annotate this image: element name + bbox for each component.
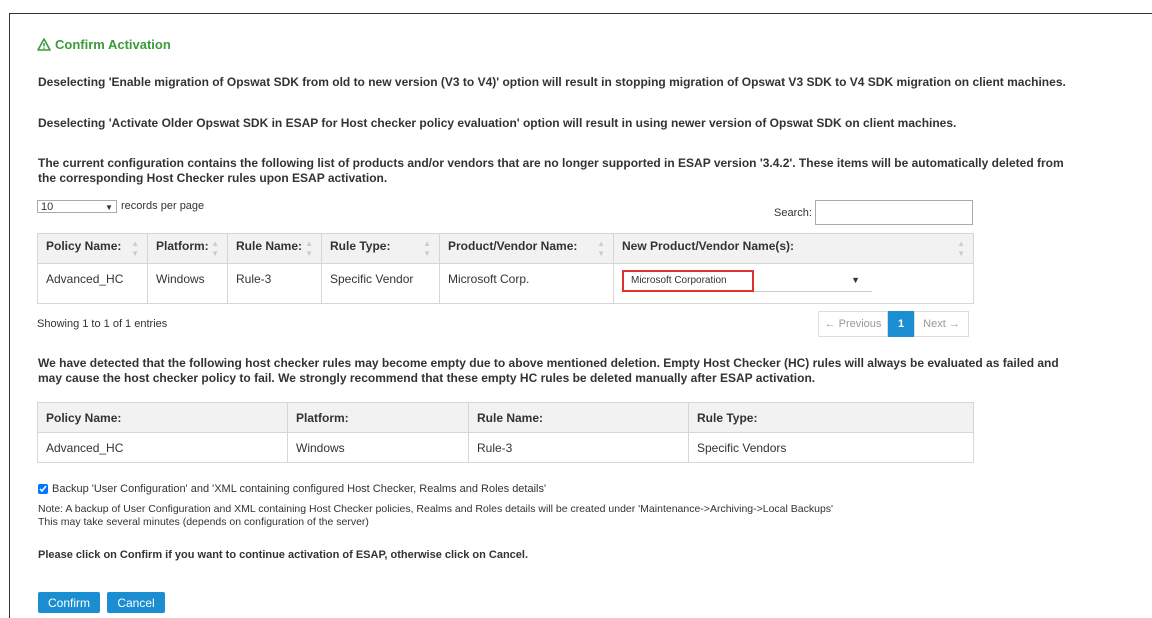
table-header-row: Policy Name: Platform: Rule Name: Rule T… — [37, 402, 974, 433]
column-header[interactable]: Platform: ▲ ▼ — [147, 233, 228, 264]
cell-rule: Rule-3 — [468, 432, 689, 463]
warning-triangle-icon — [37, 38, 51, 51]
empty-rules-notice-line1: We have detected that the following host… — [38, 356, 1059, 370]
title-text: Confirm Activation — [55, 37, 171, 52]
backup-note-line1: Note: A backup of User Configuration and… — [38, 503, 834, 515]
dropdown-arrow-icon: ▼ — [851, 275, 860, 285]
backup-option[interactable]: Backup 'User Configuration' and 'XML con… — [38, 483, 546, 495]
cell-rule: Rule-3 — [227, 263, 322, 304]
sort-icon: ▲ ▼ — [211, 238, 219, 258]
sort-icon: ▲ ▼ — [305, 238, 313, 258]
cell-type: Specific Vendor — [321, 263, 440, 304]
column-header[interactable]: Rule Type: ▲ ▼ — [321, 233, 440, 264]
sort-icon: ▲ ▼ — [957, 238, 965, 258]
previous-page-button[interactable]: ← Previous — [818, 311, 888, 337]
migration-message: Deselecting 'Enable migration of Opswat … — [38, 75, 1066, 89]
column-header[interactable]: New Product/Vendor Name(s): ▲ ▼ — [613, 233, 974, 264]
cell-policy: Advanced_HC — [37, 263, 148, 304]
new-vendor-select[interactable]: Microsoft Corporation ▼ — [622, 270, 872, 292]
backup-label: Backup 'User Configuration' and 'XML con… — [52, 483, 547, 495]
page-1-button[interactable]: 1 — [888, 311, 914, 337]
dropdown-arrow-icon: ▼ — [105, 203, 113, 212]
column-header[interactable]: Policy Name: ▲ ▼ — [37, 233, 148, 264]
search-label: Search: — [774, 207, 812, 219]
backup-note-line2: This may take several minutes (depends o… — [38, 516, 369, 528]
column-header[interactable]: Product/Vendor Name: ▲ ▼ — [439, 233, 614, 264]
records-per-page-label: records per page — [121, 200, 205, 212]
unsupported-message-line1: The current configuration contains the f… — [38, 156, 1064, 170]
table-header-row: Policy Name: ▲ ▼ Platform: ▲ ▼ Rule Name: ▲ ▼ … — [37, 233, 974, 264]
entries-info: Showing 1 to 1 of 1 entries — [37, 318, 168, 330]
products-table: Policy Name: ▲ ▼ Platform: ▲ ▼ Rule Name: ▲ ▼ … — [37, 233, 974, 304]
sort-icon: ▲ ▼ — [131, 238, 139, 258]
cancel-button[interactable]: Cancel — [107, 592, 165, 613]
confirm-prompt: Please click on Confirm if you want to c… — [38, 549, 529, 561]
older-sdk-message: Deselecting 'Activate Older Opswat SDK i… — [38, 116, 957, 130]
sort-icon: ▲ ▼ — [423, 238, 431, 258]
column-header: Platform: — [287, 402, 469, 433]
cell-new-vendor: Microsoft Corporation ▼ — [613, 263, 974, 304]
cell-vendor: Microsoft Corp. — [439, 263, 614, 304]
column-header: Rule Name: — [468, 402, 689, 433]
sort-icon: ▲ ▼ — [597, 238, 605, 258]
pagination: ← Previous 1 Next → — [818, 311, 969, 337]
column-header: Policy Name: — [37, 402, 288, 433]
column-header[interactable]: Rule Name: ▲ ▼ — [227, 233, 322, 264]
cell-type: Specific Vendors — [688, 432, 974, 463]
table-row: Advanced_HC Windows Rule-3 Specific Vend… — [37, 263, 974, 304]
new-vendor-value: Microsoft Corporation — [622, 270, 754, 292]
page-title: Confirm Activation — [37, 37, 171, 52]
cell-policy: Advanced_HC — [37, 432, 288, 463]
unsupported-message-line2: the corresponding Host Checker rules upo… — [38, 171, 388, 185]
empty-rules-table: Policy Name: Platform: Rule Name: Rule T… — [37, 402, 974, 463]
column-header: Rule Type: — [688, 402, 974, 433]
cell-platform: Windows — [287, 432, 469, 463]
confirm-button[interactable]: Confirm — [38, 592, 100, 613]
records-per-page-select[interactable]: 10 ▼ — [37, 200, 117, 213]
search-input[interactable] — [815, 200, 973, 225]
empty-rules-notice-line2: may cause the host checker policy to fai… — [38, 371, 816, 385]
next-page-button[interactable]: Next → — [914, 311, 969, 337]
table-row: Advanced_HC Windows Rule-3 Specific Vend… — [37, 432, 974, 463]
records-per-page-value: 10 — [41, 201, 54, 213]
backup-checkbox[interactable] — [38, 484, 48, 494]
cell-platform: Windows — [147, 263, 228, 304]
